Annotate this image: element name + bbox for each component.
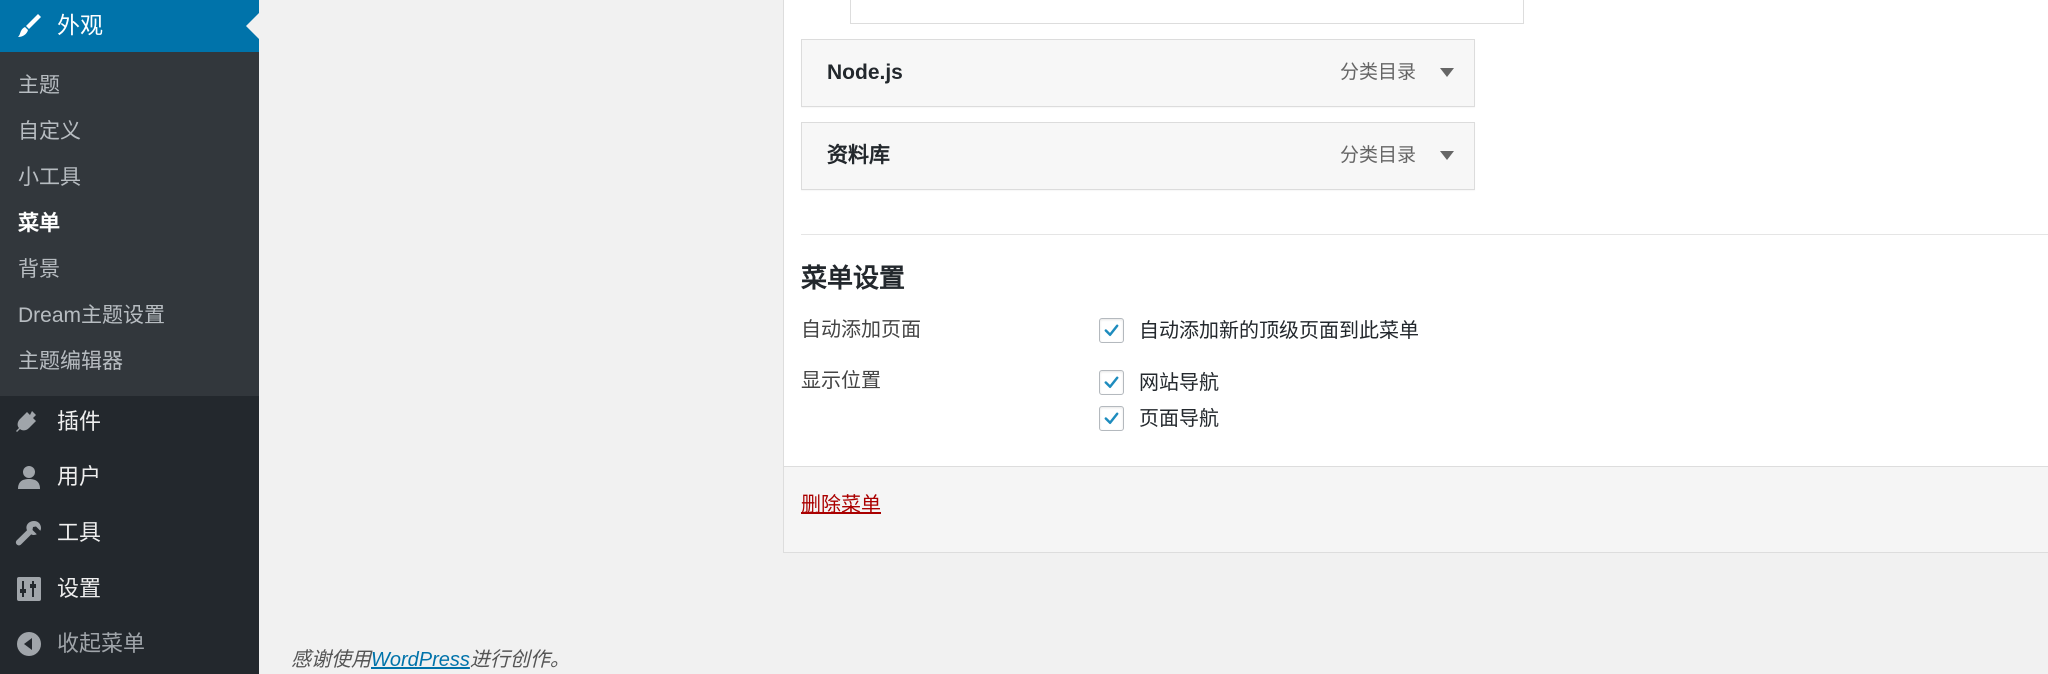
checkmark-icon <box>1104 376 1119 389</box>
section-divider <box>801 234 2048 235</box>
expand-arrow-icon[interactable] <box>1440 68 1454 77</box>
wrench-icon <box>15 521 41 546</box>
credit-prefix: 感谢使用 <box>291 649 371 671</box>
menu-item-appearance[interactable]: 外观 <box>0 0 259 52</box>
collapse-menu-label: 收起菜单 <box>57 631 146 656</box>
appearance-submenu: 主题 自定义 小工具 菜单 背景 Dream主题设置 主题编辑器 <box>0 52 259 396</box>
menu-item-library[interactable]: 资料库 分类目录 <box>801 122 1475 190</box>
submenu-item-theme-editor[interactable]: 主题编辑器 <box>18 348 123 376</box>
auto-add-pages-label: 自动添加页面 <box>801 319 921 341</box>
menu-item-title: Node.js <box>827 61 903 84</box>
delete-menu-link[interactable]: 删除菜单 <box>801 491 881 519</box>
admin-sidebar: 外观 主题 自定义 小工具 菜单 背景 Dream主题设置 主题编辑器 插件 用… <box>0 0 259 674</box>
collapse-arrow-icon <box>17 632 41 656</box>
display-location-label: 显示位置 <box>801 370 881 392</box>
appearance-brush-icon <box>18 14 41 37</box>
menu-item-tools-label: 工具 <box>57 520 102 545</box>
user-icon <box>18 466 40 489</box>
menu-item-users[interactable]: 用户 <box>0 451 259 503</box>
checkmark-icon <box>1104 412 1119 425</box>
menu-item-nodejs[interactable]: Node.js 分类目录 <box>801 39 1475 107</box>
location-site-nav-checkbox[interactable] <box>1099 370 1124 395</box>
menu-item-tools[interactable]: 工具 <box>0 507 259 559</box>
menu-item-settings-box-edge <box>850 0 1524 24</box>
location-page-nav-checkbox[interactable] <box>1099 406 1124 431</box>
menu-settings-title: 菜单设置 <box>801 263 906 293</box>
menu-item-settings[interactable]: 设置 <box>0 563 259 615</box>
wordpress-link[interactable]: WordPress <box>371 649 470 671</box>
menu-item-type: 分类目录 <box>1339 62 1416 83</box>
submenu-item-customize[interactable]: 自定义 <box>18 118 81 146</box>
expand-arrow-icon[interactable] <box>1440 151 1454 160</box>
menu-footer-bar <box>783 466 2048 553</box>
menu-item-users-label: 用户 <box>57 464 102 489</box>
checkmark-icon <box>1104 324 1119 337</box>
submenu-item-themes[interactable]: 主题 <box>18 72 60 100</box>
auto-add-pages-checkbox[interactable] <box>1099 318 1124 343</box>
menu-item-plugins-label: 插件 <box>57 409 102 434</box>
menu-item-title: 资料库 <box>827 144 890 167</box>
auto-add-pages-option[interactable]: 自动添加新的顶级页面到此菜单 <box>1139 317 1419 345</box>
collapse-menu-button[interactable]: 收起菜单 <box>0 618 259 670</box>
submenu-item-dream-theme-settings[interactable]: Dream主题设置 <box>18 302 165 330</box>
plugin-icon <box>16 411 36 432</box>
submenu-item-background[interactable]: 背景 <box>18 256 60 284</box>
menu-item-plugins[interactable]: 插件 <box>0 396 259 448</box>
menu-item-type: 分类目录 <box>1339 145 1416 166</box>
location-page-nav-label[interactable]: 页面导航 <box>1139 405 1219 433</box>
settings-sliders-icon <box>17 577 41 601</box>
current-menu-arrow <box>246 13 259 39</box>
menu-item-appearance-label: 外观 <box>57 12 103 38</box>
footer-credit: 感谢使用WordPress进行创作。 <box>291 646 570 674</box>
menu-item-settings-label: 设置 <box>57 576 102 601</box>
submenu-item-widgets[interactable]: 小工具 <box>18 164 81 192</box>
credit-suffix: 进行创作。 <box>469 649 570 671</box>
submenu-item-menus[interactable]: 菜单 <box>18 210 60 238</box>
location-site-nav-label[interactable]: 网站导航 <box>1139 369 1219 397</box>
